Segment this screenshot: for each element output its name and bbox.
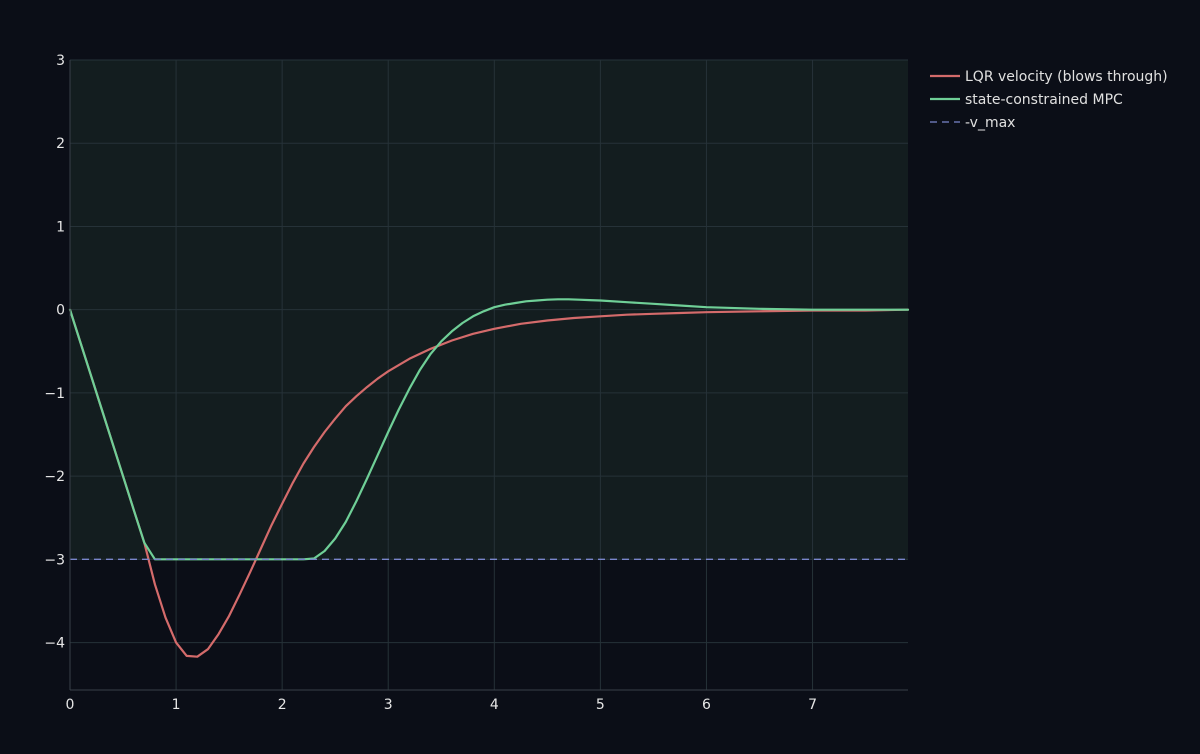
y-tick-label: 3 bbox=[56, 53, 65, 69]
x-tick-label: 0 bbox=[66, 697, 75, 713]
chart-root: 0 1 2 3 4 5 6 7 3 2 1 0 −1 −2 −3 −4 LQR velocity (blows… bbox=[0, 0, 1200, 750]
legend-label-0: LQR velocity (blows through) bbox=[965, 69, 1168, 85]
y-tick-label: −4 bbox=[44, 636, 65, 652]
legend[interactable]: LQR velocity (blows through) state-constr… bbox=[930, 69, 1168, 131]
x-tick-label: 3 bbox=[384, 697, 393, 713]
y-tick-label: 0 bbox=[56, 303, 65, 319]
y-tick-label: −1 bbox=[44, 386, 65, 402]
x-tick-label: 7 bbox=[808, 697, 817, 713]
x-tick-label: 4 bbox=[490, 697, 499, 713]
velocity-chart: 0 1 2 3 4 5 6 7 3 2 1 0 −1 −2 −3 −4 LQR velocity (blows… bbox=[44, 53, 1168, 713]
background-layer bbox=[70, 60, 908, 690]
x-tick-label: 6 bbox=[702, 697, 711, 713]
x-tick-label: 1 bbox=[172, 697, 181, 713]
y-tick-label: −3 bbox=[44, 552, 65, 568]
y-tick-label: −2 bbox=[44, 469, 65, 485]
x-tick-label: 5 bbox=[596, 697, 605, 713]
y-tick-label: 2 bbox=[56, 136, 65, 152]
x-tick-label: 2 bbox=[278, 697, 287, 713]
y-tick-label: 1 bbox=[56, 219, 65, 235]
legend-label-1: state-constrained MPC bbox=[965, 92, 1123, 108]
legend-label-2: -v_max bbox=[965, 115, 1015, 131]
